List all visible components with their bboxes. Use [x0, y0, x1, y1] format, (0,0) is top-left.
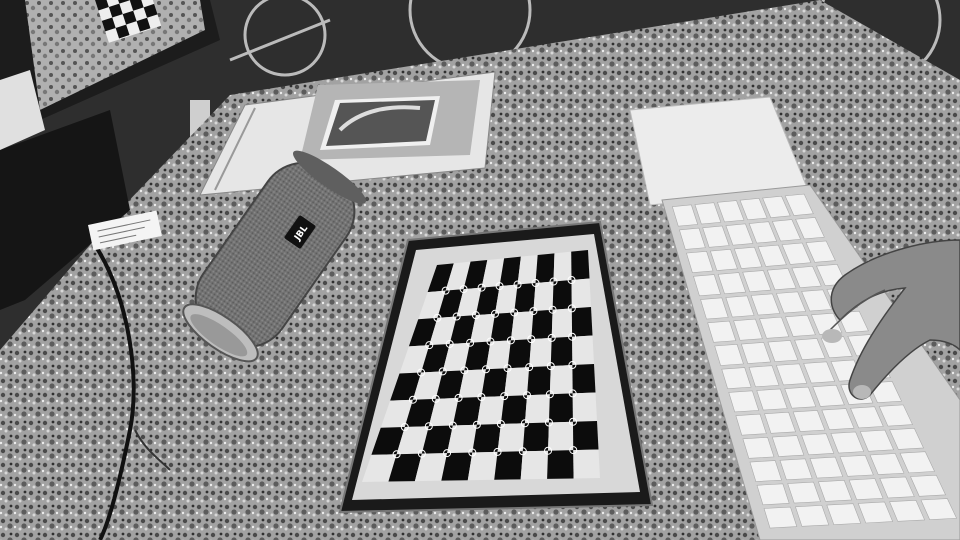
checker-square [573, 449, 600, 479]
checker-square [520, 450, 549, 480]
checker-square [553, 251, 572, 282]
checker-square [572, 335, 594, 366]
scene-svg: JBL [0, 0, 960, 540]
checker-square [572, 421, 599, 451]
checker-square [548, 421, 574, 451]
checker-square [571, 307, 593, 337]
checker-square [549, 365, 573, 395]
checker-square [571, 278, 591, 309]
photo-scene: JBL [0, 0, 960, 540]
checker-square [547, 450, 574, 479]
checker-square [571, 250, 590, 281]
checker-square [548, 393, 573, 423]
checker-square [572, 364, 596, 394]
checker-square [572, 392, 597, 422]
